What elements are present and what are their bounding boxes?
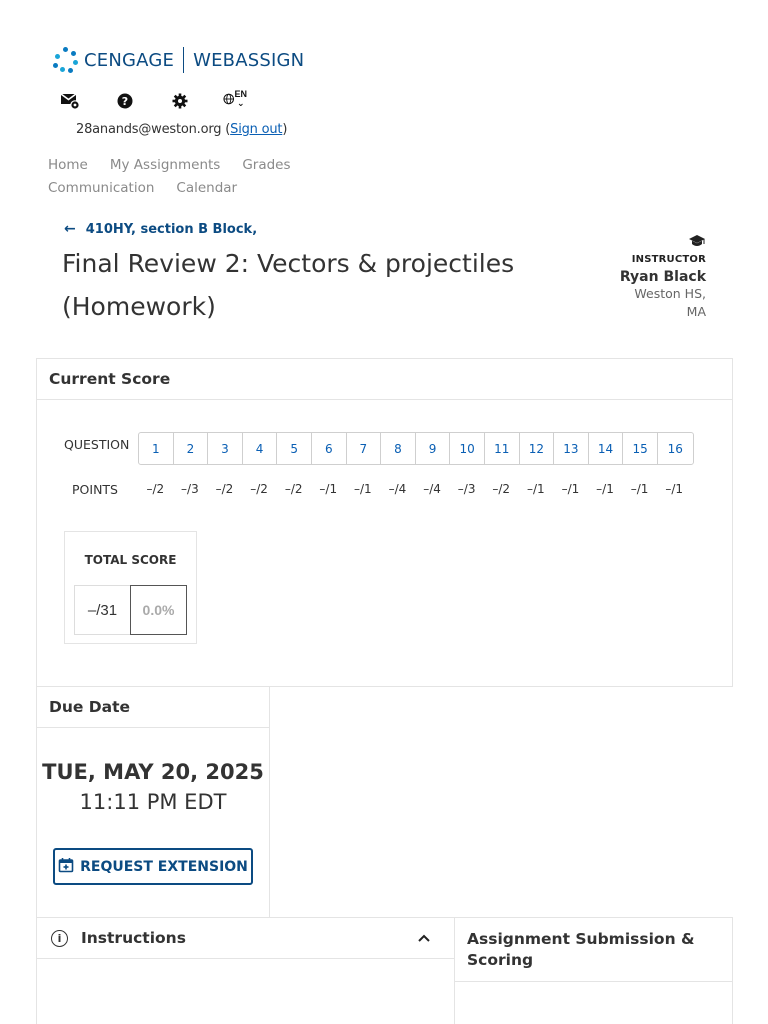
question-points: –/2: [492, 482, 511, 496]
class-name: 410HY, section B Block,: [85, 221, 258, 237]
calendar-add-icon: [58, 857, 74, 877]
due-date-heading: Due Date: [37, 687, 269, 728]
question-points: –/3: [181, 482, 199, 496]
question-link[interactable]: 12: [520, 433, 555, 464]
question-link[interactable]: 16: [658, 433, 693, 464]
chevron-down-icon: ⌄: [236, 98, 245, 108]
back-to-class-link[interactable]: ← 410HY, section B Block,: [64, 221, 257, 237]
submission-scoring-heading: Assignment Submission & Scoring: [455, 918, 732, 982]
question-link[interactable]: 5: [277, 433, 312, 464]
question-link[interactable]: 2: [174, 433, 209, 464]
user-info: 28anands@weston.org (Sign out): [76, 122, 287, 137]
instructions-header[interactable]: i Instructions: [37, 918, 454, 959]
brand-divider: [183, 47, 185, 73]
question-points: –/1: [526, 482, 545, 496]
submission-scoring-card: Assignment Submission & Scoring: [454, 917, 733, 1024]
svg-text:?: ?: [122, 95, 128, 108]
question-points: –/1: [354, 482, 372, 496]
question-points: –/1: [561, 482, 580, 496]
question-points: –/1: [319, 482, 338, 496]
instructor-role: INSTRUCTOR: [631, 254, 706, 265]
header-toolbar: ? EN ⌄: [58, 90, 247, 112]
question-link[interactable]: 10: [450, 433, 485, 464]
brand-webassign: WEBASSIGN: [193, 49, 305, 71]
main-nav: Home My Assignments Grades Communication Ca…: [48, 154, 348, 200]
question-link[interactable]: 7: [347, 433, 382, 464]
question-link[interactable]: 1: [139, 433, 174, 464]
total-percent: 0.0%: [130, 585, 187, 635]
total-points: –/31: [74, 585, 131, 635]
question-link[interactable]: 8: [381, 433, 416, 464]
help-icon[interactable]: ?: [113, 90, 137, 112]
question-points: –/2: [250, 482, 268, 496]
cengage-webassign-logo[interactable]: CENGAGE WEBASSIGN: [52, 46, 304, 74]
question-points: –/2: [146, 482, 165, 496]
info-icon: i: [51, 929, 68, 947]
total-score-label: TOTAL SCORE: [84, 553, 177, 567]
question-points: –/4: [388, 482, 407, 496]
instructions-card: i Instructions: [36, 917, 455, 1024]
points-label: POINTS: [72, 482, 118, 497]
question-points: –/2: [215, 482, 234, 496]
question-link[interactable]: 11: [485, 433, 520, 464]
nav-calendar[interactable]: Calendar: [176, 180, 237, 196]
question-label: QUESTION: [64, 437, 130, 452]
cengage-logo-icon: [52, 46, 80, 74]
question-points: –/1: [596, 482, 614, 496]
messages-icon[interactable]: [58, 90, 82, 112]
paren-close: ): [282, 122, 288, 137]
settings-icon[interactable]: [168, 90, 192, 112]
globe-icon: [223, 93, 235, 105]
question-link[interactable]: 6: [312, 433, 347, 464]
instructor-name: Ryan Black: [619, 269, 706, 285]
request-extension-button[interactable]: REQUEST EXTENSION: [53, 848, 253, 885]
question-link[interactable]: 4: [243, 433, 278, 464]
language-selector[interactable]: EN ⌄: [223, 90, 247, 112]
question-points: –/4: [423, 482, 441, 496]
question-link[interactable]: 14: [589, 433, 624, 464]
request-extension-label: REQUEST EXTENSION: [80, 858, 248, 875]
instructions-heading: Instructions: [81, 929, 186, 947]
arrow-left-icon: ←: [64, 221, 76, 237]
chevron-up-icon[interactable]: [418, 930, 430, 946]
question-link[interactable]: 15: [623, 433, 658, 464]
brand-cengage: CENGAGE: [84, 49, 175, 71]
question-points: –/1: [665, 482, 684, 496]
question-points: –/3: [457, 482, 476, 496]
current-score-card: Current Score QUESTION 1 2 3 4 5 6 7 8 9…: [36, 358, 733, 687]
current-score-heading: Current Score: [37, 359, 732, 400]
nav-my-assignments[interactable]: My Assignments: [110, 157, 220, 173]
due-date-value: TUE, MAY 20, 2025: [42, 760, 264, 784]
sign-out-link[interactable]: Sign out: [230, 122, 282, 137]
question-row: 1 2 3 4 5 6 7 8 9 10 11 12 13 14 15 16: [138, 432, 694, 465]
due-date-card: Due Date TUE, MAY 20, 2025 11:11 PM EDT …: [36, 686, 270, 918]
due-time-value: 11:11 PM EDT: [79, 790, 227, 814]
instructor-school: Weston HS, MA: [634, 286, 706, 319]
total-score-box: TOTAL SCORE –/31 0.0%: [64, 531, 197, 644]
question-link[interactable]: 9: [416, 433, 451, 464]
points-row: –/2 –/3 –/2 –/2 –/2 –/1 –/1 –/4 –/4 –/3 …: [138, 482, 692, 496]
graduation-cap-icon: [620, 234, 706, 252]
page-title: Final Review 2: Vectors & projectiles (H…: [62, 249, 515, 321]
nav-communication[interactable]: Communication: [48, 180, 154, 196]
instructor-info: INSTRUCTOR Ryan Black Weston HS, MA: [620, 234, 706, 321]
nav-home[interactable]: Home: [48, 157, 88, 173]
question-link[interactable]: 13: [554, 433, 589, 464]
user-email: 28anands@weston.org: [76, 122, 222, 137]
question-points: –/1: [630, 482, 649, 496]
question-points: –/2: [284, 482, 303, 496]
question-link[interactable]: 3: [208, 433, 243, 464]
nav-grades[interactable]: Grades: [242, 157, 290, 173]
